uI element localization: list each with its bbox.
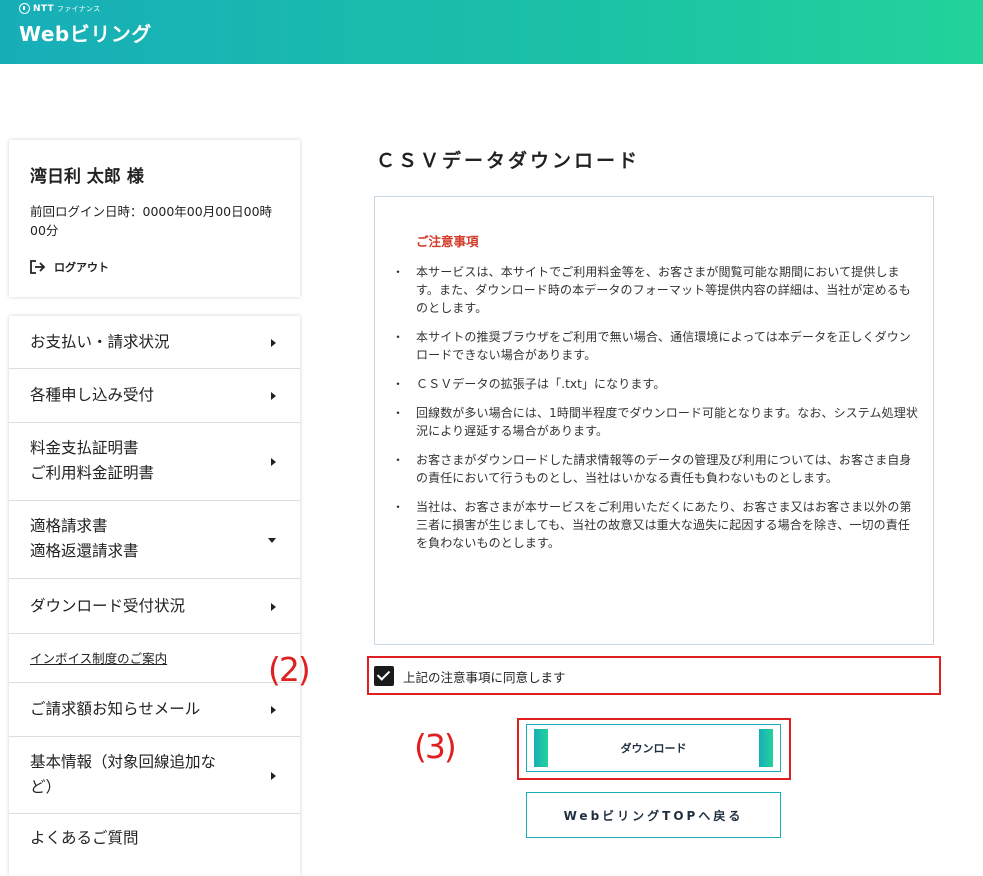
chevron-right-icon	[271, 339, 276, 347]
sidebar-item-basic-info[interactable]: 基本情報（対象回線追加な ど）	[9, 737, 300, 814]
sidebar-item-label: 基本情報（対象回線追加な ど）	[30, 753, 217, 796]
agree-checkbox[interactable]	[374, 666, 394, 686]
chevron-right-icon	[271, 392, 276, 400]
sidebar-menu: お支払い・請求状況 各種申し込み受付 料金支払証明書 ご利用料金証明書 適格請求…	[9, 316, 300, 876]
chevron-down-icon	[268, 538, 276, 543]
logout-button[interactable]: ログアウト	[30, 259, 109, 275]
sidebar-item-certificates[interactable]: 料金支払証明書 ご利用料金証明書	[9, 423, 300, 501]
sidebar-item-label: ご請求額お知らせメール	[30, 700, 201, 718]
download-button-label: ダウンロード	[620, 742, 687, 755]
download-button[interactable]: ダウンロード	[526, 724, 781, 772]
annotation-step-3: (3)	[414, 727, 457, 766]
sidebar-item-payment-status[interactable]: お支払い・請求状況	[9, 316, 300, 369]
sidebar-item-label: 適格請求書 適格返還請求書	[30, 517, 139, 560]
ntt-finance-logo: NTT ファイナンス	[19, 3, 100, 14]
notice-item: 当社は、お客さまが本サービスをご利用いただくにあたり、お客さま又はお客さま以外の…	[392, 498, 919, 552]
notice-item: お客さまがダウンロードした請求情報等のデータの管理及び利用については、お客さま自…	[392, 451, 919, 487]
notice-list: 本サービスは、本サイトでご利用料金等を、お客さまが閲覧可能な期間において提供しま…	[392, 263, 919, 563]
notice-item: 回線数が多い場合には、1時間半程度でダウンロード可能となります。なお、システム処…	[392, 404, 919, 440]
sidebar-item-applications[interactable]: 各種申し込み受付	[9, 369, 300, 423]
agree-label[interactable]: 上記の注意事項に同意します	[403, 667, 566, 686]
logout-label: ログアウト	[54, 261, 109, 274]
logout-icon	[30, 260, 46, 274]
sidebar-item-label: インボイス制度のご案内	[30, 651, 168, 666]
notice-item: 本サイトの推奨ブラウザをご利用で無い場合、通信環境によっては本データを正しくダウ…	[392, 328, 919, 364]
notice-item: ＣＳＶデータの拡張子は「.txt」になります。	[392, 375, 919, 393]
back-to-top-label: WebビリングTOPへ戻る	[563, 809, 744, 823]
sidebar-item-invoice-system[interactable]: インボイス制度のご案内	[9, 634, 300, 683]
back-to-top-button[interactable]: WebビリングTOPへ戻る	[526, 792, 781, 838]
annotation-step-2: (2)	[268, 650, 311, 689]
brand-company: NTT	[33, 3, 54, 14]
ntt-logo-icon	[19, 3, 30, 14]
sidebar-item-label: よくあるご質問	[30, 829, 139, 847]
brand-company-sub: ファイナンス	[56, 4, 101, 13]
chevron-right-icon	[271, 706, 276, 714]
sidebar-item-download-status[interactable]: ダウンロード受付状況	[9, 579, 300, 634]
notice-item: 本サービスは、本サイトでご利用料金等を、お客さまが閲覧可能な期間において提供しま…	[392, 263, 919, 317]
page-title: ＣＳＶデータダウンロード	[376, 150, 641, 172]
user-name: 湾日利 太郎 様	[30, 167, 144, 187]
sidebar-item-faq[interactable]: よくあるご質問	[9, 814, 300, 876]
sidebar-item-qualified-invoice[interactable]: 適格請求書 適格返還請求書	[9, 501, 300, 579]
chevron-right-icon	[271, 458, 276, 466]
site-header: NTT ファイナンス Webビリング	[0, 0, 983, 64]
sidebar-item-label: ダウンロード受付状況	[30, 597, 186, 615]
sidebar-item-label: 各種申し込み受付	[30, 386, 155, 404]
last-login-time: 前回ログイン日時：0000年00月00日00時00分	[30, 204, 273, 238]
chevron-right-icon	[271, 603, 276, 611]
sidebar-item-label: お支払い・請求状況	[30, 333, 170, 351]
notice-box: ご注意事項 本サービスは、本サイトでご利用料金等を、お客さまが閲覧可能な期間にお…	[374, 196, 934, 645]
sidebar-item-billing-mail[interactable]: ご請求額お知らせメール	[9, 683, 300, 737]
notice-title: ご注意事項	[416, 234, 479, 249]
user-info-card: 湾日利 太郎 様 前回ログイン日時：0000年00月00日00時00分 ログアウ…	[9, 140, 300, 297]
chevron-right-icon	[271, 772, 276, 780]
sidebar-item-label: 料金支払証明書 ご利用料金証明書	[30, 439, 155, 482]
button-accent-right	[759, 729, 773, 767]
site-title[interactable]: Webビリング	[19, 18, 152, 47]
